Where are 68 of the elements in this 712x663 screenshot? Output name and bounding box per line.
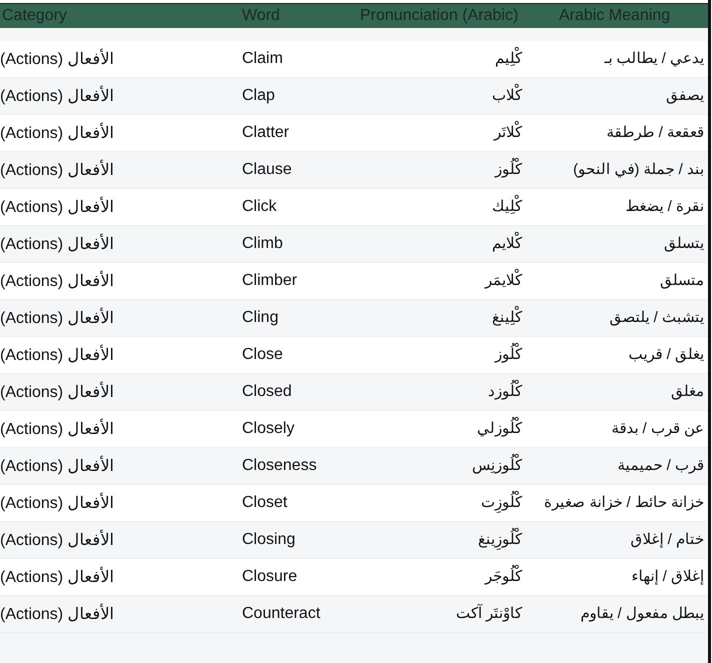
table-cell: كْلُوزِينغ [478, 530, 528, 550]
table-cell: Closing [242, 531, 296, 549]
table-cell-text: يبطل مفعول / يقاوم [580, 604, 705, 624]
table-cell: كْلاتَر [494, 123, 528, 143]
table-cell: Climb [242, 235, 283, 253]
table-cell: (Actions) الأفعال [0, 419, 114, 439]
table-cell: كْلُوزلي [477, 419, 528, 439]
table-cell: (Actions) الأفعال [0, 123, 114, 143]
table-cell: Climber [242, 272, 298, 290]
table-cell: Closure [242, 568, 298, 586]
table-cell-text: مغلق [671, 382, 705, 402]
table-cell: كْلِينغ [492, 308, 528, 328]
table-cell: كْلُوزد [488, 382, 528, 402]
table-cell: (Actions) الأفعال [0, 604, 114, 624]
table-cell-text: يتشبث / يلتصق [609, 308, 705, 328]
table-cell-text: إغلاق / إنهاء [631, 567, 705, 587]
table-cell-text: نقرة / يضغط [625, 197, 705, 217]
table-cell: (Actions) الأفعال [0, 197, 114, 217]
table-cell-text: يتسلق [664, 234, 705, 254]
table-cell-text: خزانة حائط / خزانة صغيرة [544, 493, 705, 513]
table-cell-text: يدعي / يطالب بـ [604, 49, 705, 69]
table-cell: (Actions) الأفعال [0, 86, 114, 106]
column-header: Arabic Meaning [559, 6, 670, 25]
table-cell: Close [242, 346, 283, 364]
table-cell: Claim [242, 50, 283, 68]
table-cell: (Actions) الأفعال [0, 345, 114, 365]
table-cell: (Actions) الأفعال [0, 456, 114, 476]
table-cell: (Actions) الأفعال [0, 234, 114, 254]
table-cell: كْلُوجَر [485, 567, 528, 587]
table-cell: Counteract [242, 605, 320, 623]
table-cell-text: ختام / إغلاق [630, 530, 705, 550]
table-cell: Closet [242, 494, 288, 512]
table-cell: (Actions) الأفعال [0, 382, 114, 402]
table-cell: كْلِيم [495, 49, 528, 69]
table-cell: (Actions) الأفعال [0, 308, 114, 328]
table-cell: (Actions) الأفعال [0, 49, 114, 69]
table-cell: كْلُوزِت [481, 493, 528, 513]
table-cell: (Actions) الأفعال [0, 567, 114, 587]
column-header: Category [1, 6, 67, 25]
column-header: Word [242, 6, 280, 25]
table-cell: كْلُوزنِس [472, 456, 528, 476]
table-cell: كْلايم [492, 234, 528, 254]
table-cell-text: عن قرب / بدقة [611, 419, 705, 439]
table-cell-text: كاوْنتَر آكت [456, 604, 524, 624]
table-cell: Clause [242, 161, 292, 179]
table-cell-text: يغلق / قريب [628, 345, 705, 365]
table-cell: كْلُوز [495, 160, 528, 180]
table-cell: (Actions) الأفعال [0, 271, 114, 291]
table-cell: كْلاب [492, 86, 528, 106]
table-cell: Click [242, 198, 277, 216]
table-cell-text: بند / جملة (في النحو) [573, 160, 705, 180]
table-cell: كْلُوز [495, 345, 528, 365]
table-cell: كْلِيك [492, 197, 528, 217]
table-cell-text: متسلق [660, 271, 705, 291]
table-cell: Clap [242, 87, 275, 105]
table-cell: Clatter [242, 124, 290, 142]
table-cell: Closed [242, 383, 292, 401]
table-cell: Cling [242, 309, 278, 327]
table-cell: كْلايمَر [485, 271, 528, 291]
table-cell: (Actions) الأفعال [0, 530, 114, 550]
table-cell: Closeness [242, 457, 317, 475]
table-cell-text: يصفق [666, 86, 705, 106]
table-cell-text: قعقعة / طرطقة [606, 123, 705, 143]
table-cell-text: قرب / حميمية [617, 456, 705, 476]
column-header: Pronunciation (Arabic) [360, 6, 518, 25]
table-cell: (Actions) الأفعال [0, 160, 114, 180]
table-cell: (Actions) الأفعال [0, 493, 114, 513]
table-cell: Closely [242, 420, 294, 438]
